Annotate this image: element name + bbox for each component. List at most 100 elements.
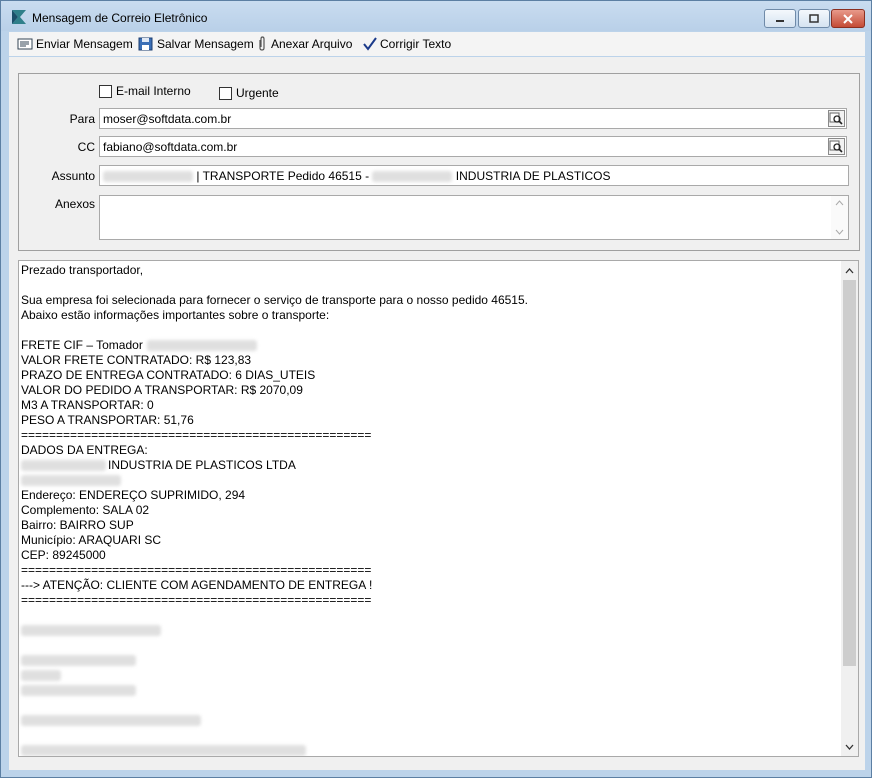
body-line: Sua empresa foi selecionada para fornece… — [21, 293, 836, 308]
to-value: moser@softdata.com.br — [103, 112, 232, 126]
body-line — [21, 728, 836, 743]
body-line: Bairro: BAIRRO SUP — [21, 518, 836, 533]
body-line-text: VALOR FRETE CONTRATADO: R$ 123,83 — [21, 353, 252, 367]
spell-check-label: Corrigir Texto — [380, 37, 452, 51]
save-icon — [138, 37, 153, 51]
scrollbar-thumb[interactable] — [843, 280, 856, 666]
internal-email-checkbox-box[interactable] — [99, 84, 112, 98]
app-logo-icon — [12, 10, 26, 24]
save-message-label: Salvar Mensagem — [157, 37, 254, 51]
redacted-text — [21, 715, 201, 727]
redacted-text — [21, 475, 121, 487]
cc-value: fabiano@softdata.com.br — [103, 140, 238, 154]
body-line — [21, 668, 836, 683]
urgent-label: Urgente — [236, 86, 279, 100]
body-line-text: CEP: 89245000 — [21, 548, 106, 562]
attach-file-button[interactable]: Anexar Arquivo — [256, 35, 352, 53]
body-line — [21, 653, 836, 668]
redacted-text — [146, 340, 257, 352]
body-line — [21, 683, 836, 698]
redacted-text — [21, 685, 136, 697]
attach-file-label: Anexar Arquivo — [271, 37, 353, 51]
body-line — [21, 473, 836, 488]
body-vertical-scrollbar[interactable] — [841, 261, 858, 756]
maximize-button[interactable] — [798, 9, 830, 28]
subject-value-part1: | TRANSPORTE Pedido 46515 - — [196, 169, 370, 183]
cc-label: CC — [77, 140, 95, 154]
cc-field[interactable]: fabiano@softdata.com.br — [99, 136, 847, 157]
body-line: PRAZO DE ENTREGA CONTRATADO: 6 DIAS_UTEI… — [21, 368, 836, 383]
save-message-button[interactable]: Salvar Mensagem — [138, 35, 254, 53]
client-area: E-mail Interno Urgente Para moser@softda… — [9, 57, 865, 770]
scroll-down-button[interactable] — [841, 738, 858, 755]
body-line-text: INDUSTRIA DE PLASTICOS LTDA — [108, 458, 296, 472]
search-icon — [829, 112, 843, 125]
urgent-checkbox[interactable]: Urgente — [219, 86, 279, 100]
body-line: M3 A TRANSPORTAR: 0 — [21, 398, 836, 413]
attachments-scrollbar[interactable] — [831, 196, 848, 239]
checkmark-icon — [363, 37, 377, 51]
body-line: Complemento: SALA 02 — [21, 503, 836, 518]
internal-email-checkbox[interactable]: E-mail Interno — [99, 84, 191, 98]
subject-field[interactable]: | TRANSPORTE Pedido 46515 - INDUSTRIA DE… — [99, 165, 849, 186]
spell-check-button[interactable]: Corrigir Texto — [363, 35, 451, 53]
chevron-up-icon — [845, 267, 854, 273]
body-line: ========================================… — [21, 428, 836, 443]
redacted-text — [372, 171, 453, 183]
body-line-text: FRETE CIF – Tomador — [21, 338, 143, 352]
title-bar: Mensagem de Correio Eletrônico — [1, 1, 871, 31]
body-line-text: Sua empresa foi selecionada para fornece… — [21, 293, 528, 307]
search-icon — [829, 140, 843, 153]
body-line: VALOR FRETE CONTRATADO: R$ 123,83 — [21, 353, 836, 368]
body-line — [21, 608, 836, 623]
body-line: CEP: 89245000 — [21, 548, 836, 563]
body-line-text: DADOS DA ENTREGA: — [21, 443, 148, 457]
send-message-label: Enviar Mensagem — [36, 37, 133, 51]
redacted-text — [21, 745, 306, 756]
body-line: INDUSTRIA DE PLASTICOS LTDA — [21, 458, 836, 473]
maximize-icon — [809, 13, 819, 23]
body-line-text: Prezado transportador, — [21, 263, 144, 277]
body-line-text: Município: ARAQUARI SC — [21, 533, 162, 547]
body-line — [21, 743, 836, 756]
redacted-text — [21, 655, 136, 667]
body-line-text: Bairro: BAIRRO SUP — [21, 518, 134, 532]
close-button[interactable] — [831, 9, 865, 28]
body-line — [21, 278, 836, 293]
body-line-text: Abaixo estão informações importantes sob… — [21, 308, 330, 322]
scroll-arrows-icon — [835, 200, 844, 235]
body-line-text: PRAZO DE ENTREGA CONTRATADO: 6 DIAS_UTEI… — [21, 368, 316, 382]
body-line: PESO A TRANSPORTAR: 51,76 — [21, 413, 836, 428]
to-lookup-button[interactable] — [828, 110, 845, 127]
minimize-button[interactable] — [764, 9, 796, 28]
body-line: FRETE CIF – Tomador — [21, 338, 836, 353]
message-body-editor[interactable]: Prezado transportador, Sua empresa foi se… — [18, 260, 859, 757]
body-line: ---> ATENÇÃO: CLIENTE COM AGENDAMENTO DE… — [21, 578, 836, 593]
body-line-text: Complemento: SALA 02 — [21, 503, 150, 517]
scroll-up-button[interactable] — [841, 262, 858, 279]
body-line: Prezado transportador, — [21, 263, 836, 278]
toolbar: Enviar Mensagem Salvar Mensagem Anexar A… — [9, 32, 865, 56]
body-line-text: ========================================… — [21, 428, 372, 442]
body-line — [21, 698, 836, 713]
paperclip-icon — [259, 36, 265, 51]
to-field[interactable]: moser@softdata.com.br — [99, 108, 847, 129]
urgent-checkbox-box[interactable] — [219, 86, 232, 100]
subject-label: Assunto — [51, 169, 95, 183]
body-line — [21, 623, 836, 638]
attachments-list[interactable] — [99, 195, 849, 240]
body-line: Município: ARAQUARI SC — [21, 533, 836, 548]
send-mail-icon — [17, 38, 33, 50]
body-line — [21, 713, 836, 728]
body-line — [21, 638, 836, 653]
message-body-text: Prezado transportador, Sua empresa foi se… — [21, 263, 836, 756]
send-message-button[interactable]: Enviar Mensagem — [17, 35, 133, 53]
window-title: Mensagem de Correio Eletrônico — [32, 11, 208, 25]
body-line-text: Endereço: ENDEREÇO SUPRIMIDO, 294 — [21, 488, 246, 502]
body-line-text: ========================================… — [21, 563, 372, 577]
cc-lookup-button[interactable] — [828, 138, 845, 155]
body-line: Endereço: ENDEREÇO SUPRIMIDO, 294 — [21, 488, 836, 503]
body-line: Abaixo estão informações importantes sob… — [21, 308, 836, 323]
email-window: Mensagem de Correio Eletrônico Enviar Me… — [0, 0, 872, 778]
redacted-text — [21, 460, 106, 472]
